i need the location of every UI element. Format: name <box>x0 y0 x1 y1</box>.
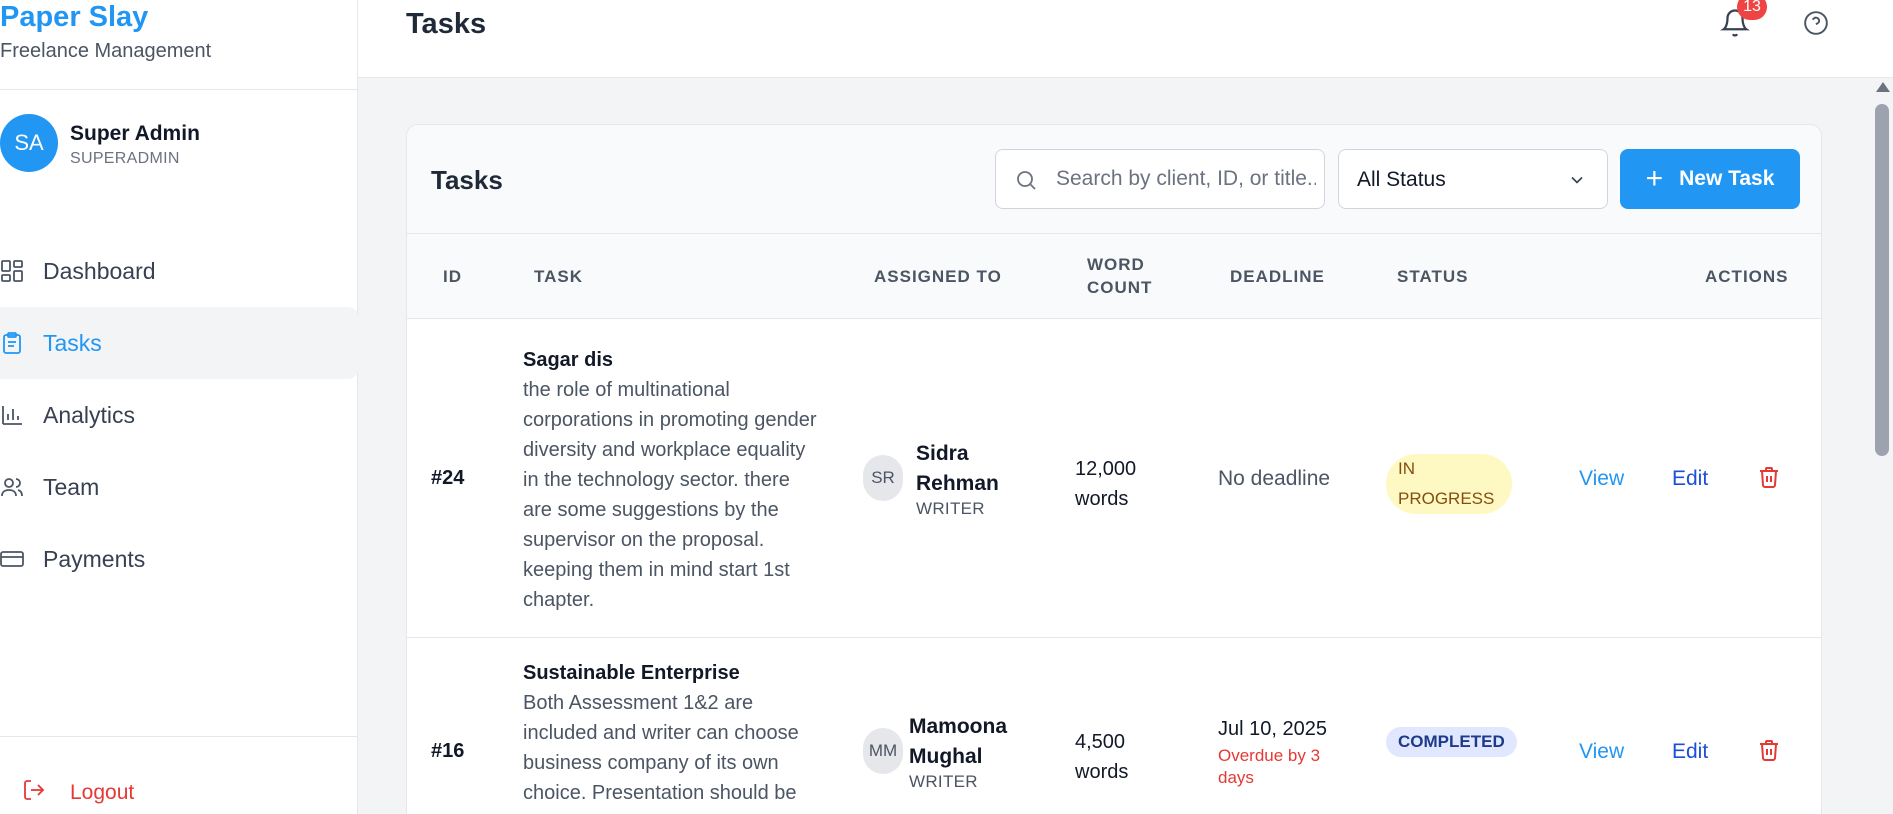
sidebar-nav: Dashboard Tasks Analytics Team Payments <box>0 235 358 595</box>
chevron-down-icon <box>1567 170 1587 195</box>
logout-button[interactable]: Logout <box>22 778 134 807</box>
sidebar-item-label: Team <box>43 473 100 500</box>
user-profile: SA Super Admin SUPERADMIN <box>0 112 358 176</box>
help-button[interactable] <box>1803 10 1829 36</box>
column-header-task: TASK <box>534 267 584 286</box>
help-icon <box>1804 11 1828 35</box>
search-box <box>995 149 1325 209</box>
assignee-cell: Sidra Rehman WRITER <box>916 439 1046 519</box>
view-link[interactable]: View <box>1579 467 1624 491</box>
trash-icon <box>1760 467 1778 488</box>
edit-link[interactable]: Edit <box>1672 467 1708 491</box>
sidebar-item-label: Tasks <box>43 329 102 356</box>
avatar: SA <box>0 114 58 172</box>
task-description: Both Assessment 1&2 are included and wri… <box>523 692 799 804</box>
task-title[interactable]: Sagar dis <box>523 345 823 375</box>
brand-subtitle: Freelance Management <box>0 40 212 62</box>
brand-header: Paper Slay Freelance Management <box>0 0 358 90</box>
divider <box>0 736 358 737</box>
word-count: 12,000 words <box>1075 458 1137 510</box>
assignee-name: Mamoona Mughal <box>909 715 1008 768</box>
search-icon <box>1014 168 1038 197</box>
credit-card-icon <box>0 546 26 572</box>
card-title: Tasks <box>431 165 503 195</box>
task-cell: Sagar dis the role of multinational corp… <box>523 345 823 615</box>
task-title[interactable]: Sustainable Enterprise <box>523 658 823 688</box>
sidebar-item-label: Analytics <box>43 401 136 428</box>
column-header-deadline: DEADLINE <box>1230 267 1325 286</box>
column-header-status: STATUS <box>1397 267 1469 286</box>
scrollbar-thumb[interactable] <box>1875 104 1889 456</box>
bar-chart-icon <box>0 402 26 428</box>
page-title: Tasks <box>406 8 487 40</box>
logout-icon <box>22 778 46 807</box>
sidebar-item-label: Payments <box>43 545 146 572</box>
task-description: the role of multinational corporations i… <box>523 379 817 611</box>
plus-icon: + <box>1645 162 1664 195</box>
top-bar: Tasks 13 <box>358 0 1893 78</box>
table-header: ID TASK ASSIGNED TO WORD COUNT DEADLINE … <box>407 234 1821 319</box>
status-filter-select[interactable]: All Status <box>1338 149 1608 209</box>
sidebar-item-analytics[interactable]: Analytics <box>0 379 358 451</box>
task-id: #24 <box>431 467 465 489</box>
brand-name[interactable]: Paper Slay <box>0 0 148 34</box>
status-badge: IN PROGRESS <box>1386 454 1512 514</box>
task-cell: Sustainable Enterprise Both Assessment 1… <box>523 658 823 808</box>
new-task-label: New Task <box>1679 167 1775 190</box>
dashboard-icon <box>0 258 26 284</box>
column-header-actions: ACTIONS <box>1705 267 1789 286</box>
status-filter-value: All Status <box>1357 168 1446 191</box>
user-name: Super Admin <box>70 122 200 145</box>
deadline-cell: Jul 10, 2025 Overdue by 3 days <box>1218 718 1358 789</box>
column-header-word-count: WORD COUNT <box>1087 255 1153 297</box>
sidebar-item-tasks[interactable]: Tasks <box>0 307 358 379</box>
column-header-assigned-to: ASSIGNED TO <box>874 267 1002 286</box>
assignee-name: Sidra Rehman <box>916 442 999 495</box>
table-row: #24 Sagar dis the role of multinational … <box>407 319 1821 638</box>
sidebar-item-dashboard[interactable]: Dashboard <box>0 235 358 307</box>
assignee-role: WRITER <box>909 772 978 791</box>
assignee-cell: Mamoona Mughal WRITER <box>909 712 1039 792</box>
word-count: 4,500 words <box>1075 731 1129 783</box>
users-icon <box>0 474 26 500</box>
delete-button[interactable] <box>1757 465 1781 494</box>
logout-label: Logout <box>70 780 135 804</box>
column-header-id: ID <box>443 267 462 286</box>
overdue-note: Overdue by 3 days <box>1218 746 1321 787</box>
search-input[interactable] <box>1056 150 1316 208</box>
sidebar-item-label: Dashboard <box>43 257 156 284</box>
sidebar: Paper Slay Freelance Management SA Super… <box>0 0 358 814</box>
trash-icon <box>1760 740 1778 761</box>
scroll-up-arrow[interactable] <box>1876 82 1890 92</box>
sidebar-item-payments[interactable]: Payments <box>0 523 358 595</box>
view-link[interactable]: View <box>1579 740 1624 764</box>
sidebar-item-team[interactable]: Team <box>0 451 358 523</box>
assignee-avatar: SR <box>863 455 903 501</box>
assignee-role: WRITER <box>916 499 985 518</box>
table-row: #16 Sustainable Enterprise Both Assessme… <box>407 638 1821 814</box>
user-role: SUPERADMIN <box>70 150 180 167</box>
deadline: No deadline <box>1218 467 1331 490</box>
edit-link[interactable]: Edit <box>1672 740 1708 764</box>
notification-badge: 13 <box>1737 0 1767 20</box>
clipboard-icon <box>0 330 26 356</box>
delete-button[interactable] <box>1757 738 1781 767</box>
task-id: #16 <box>431 740 465 762</box>
tasks-card: Tasks All Status + New Task ID TASK ASSI… <box>406 124 1822 814</box>
card-header: Tasks All Status + New Task <box>407 125 1821 234</box>
new-task-button[interactable]: + New Task <box>1620 149 1800 209</box>
assignee-avatar: MM <box>863 728 903 774</box>
deadline: Jul 10, 2025 <box>1218 718 1327 740</box>
status-badge: COMPLETED <box>1386 727 1517 757</box>
